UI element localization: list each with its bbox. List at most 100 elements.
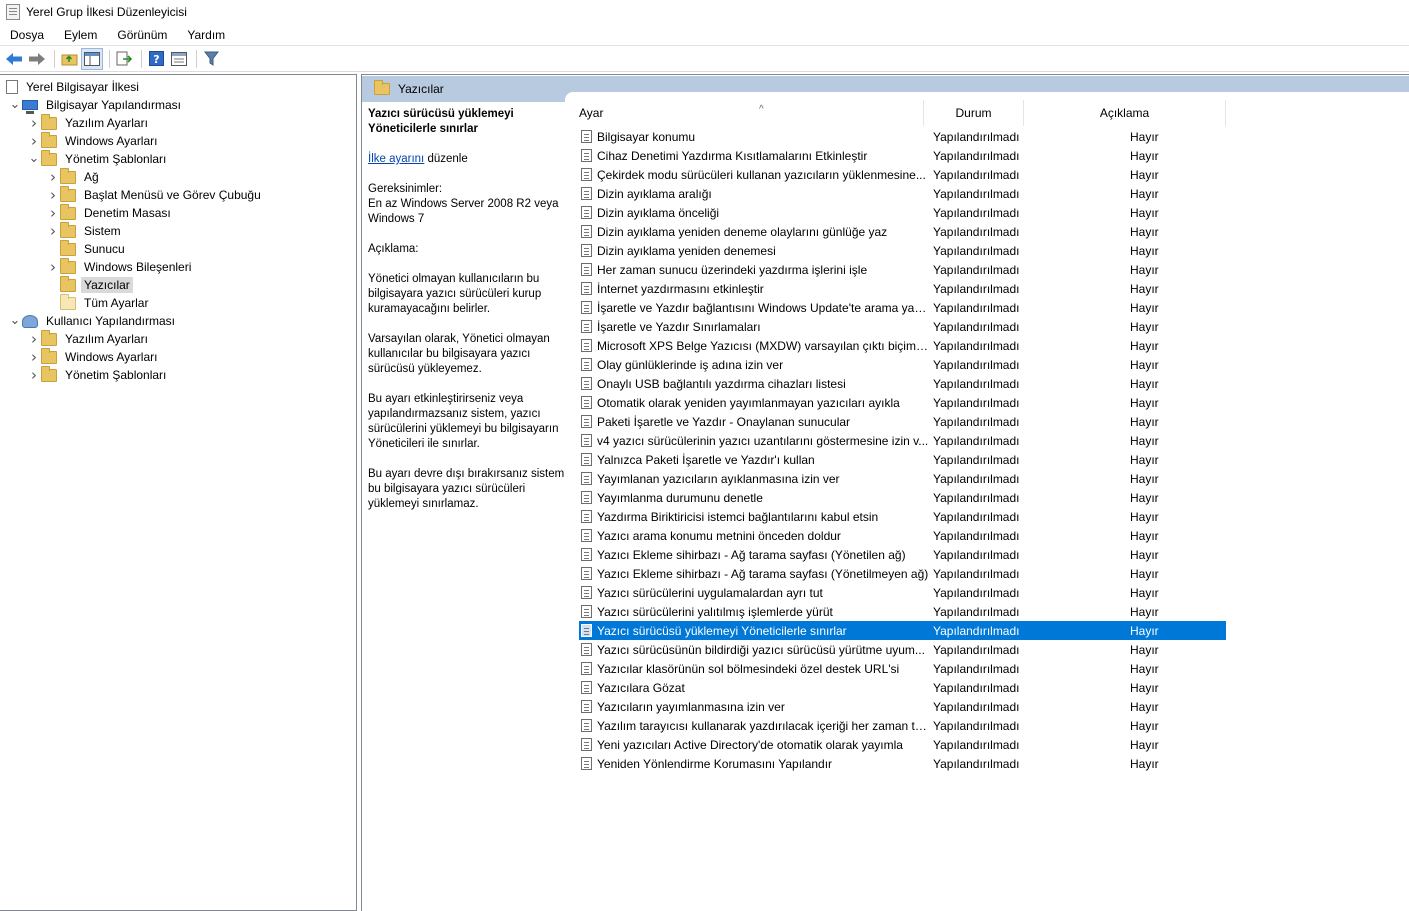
show-hide-tree-icon[interactable] <box>81 47 103 70</box>
tree-item[interactable]: Yazıcılar <box>46 275 133 294</box>
tree-item[interactable]: Sunucu <box>46 239 128 258</box>
collapsed-chevron-icon[interactable]: › <box>46 258 60 276</box>
menu-dosya[interactable]: Dosya <box>0 25 54 45</box>
tree-item[interactable]: › Yazılım Ayarları <box>27 113 151 132</box>
up-folder-icon[interactable] <box>59 49 79 69</box>
policy-setting-icon <box>581 548 592 561</box>
collapsed-chevron-icon[interactable]: › <box>27 348 41 366</box>
setting-row[interactable]: v4 yazıcı sürücülerinin yazıcı uzantılar… <box>579 431 1226 450</box>
policy-setting-icon <box>581 320 592 333</box>
tree-item[interactable]: › Yönetim Şablonları <box>27 365 169 384</box>
setting-row[interactable]: Yazıcı Ekleme sihirbazı - Ağ tarama sayf… <box>579 564 1226 583</box>
menu-eylem[interactable]: Eylem <box>54 25 107 45</box>
setting-row[interactable]: Yeni yazıcıları Active Directory'de otom… <box>579 735 1226 754</box>
tree-pane[interactable]: Yerel Bilgisayar İlkesi ⌄ Bilgisayar Yapıl… <box>0 74 357 911</box>
setting-row[interactable]: Yazıcıların yayımlanmasına izin ver Yapıl… <box>579 697 1226 716</box>
setting-row[interactable]: İnternet yazdırmasını etkinleştir Yapılan… <box>579 279 1226 298</box>
setting-row[interactable]: Yazıcı sürücüsü yüklemeyi Yöneticilerle … <box>579 621 1226 640</box>
folder-icon <box>60 167 76 184</box>
tree-item[interactable]: ⌄ Bilgisayar Yapılandırması <box>8 96 184 114</box>
setting-comment: Hayır <box>1130 281 1159 296</box>
setting-row[interactable]: Microsoft XPS Belge Yazıcısı (MXDW) vars… <box>579 336 1226 355</box>
setting-row[interactable]: Paketi İşaretle ve Yazdır - Onaylanan su… <box>579 412 1226 431</box>
collapsed-chevron-icon[interactable]: › <box>46 186 60 204</box>
setting-row[interactable]: Yeniden Yönlendirme Korumasını Yapılandı… <box>579 754 1226 773</box>
filter-icon[interactable] <box>201 49 221 69</box>
properties-icon[interactable] <box>169 49 189 69</box>
tree-item[interactable]: › Sistem <box>46 221 124 240</box>
setting-name: Microsoft XPS Belge Yazıcısı (MXDW) vars… <box>597 338 930 353</box>
setting-row[interactable]: Cihaz Denetimi Yazdırma Kısıtlamalarını … <box>579 146 1226 165</box>
setting-row[interactable]: İşaretle ve Yazdır Sınırlamaları Yapıland… <box>579 317 1226 336</box>
column-header-setting[interactable]: Ayar ^ <box>579 100 924 126</box>
column-header-comment[interactable]: Açıklama <box>1024 100 1226 126</box>
setting-row[interactable]: Yazıcı sürücülerini yalıtılmış işlemlerd… <box>579 602 1226 621</box>
computer-icon <box>22 100 38 114</box>
export-list-icon[interactable] <box>114 49 134 69</box>
setting-comment: Hayır <box>1130 566 1159 581</box>
collapsed-chevron-icon[interactable]: › <box>27 132 41 150</box>
menu-gorunum[interactable]: Görünüm <box>107 25 177 45</box>
setting-row[interactable]: Yazıcı arama konumu metnini önceden dold… <box>579 526 1226 545</box>
setting-row[interactable]: Yazıcı Ekleme sihirbazı - Ağ tarama sayf… <box>579 545 1226 564</box>
tree-item[interactable]: Tüm Ayarlar <box>46 293 151 312</box>
setting-row[interactable]: Yalnızca Paketi İşaretle ve Yazdır'ı kul… <box>579 450 1226 469</box>
setting-row[interactable]: Bilgisayar konumu Yapılandırılmadı Hayır <box>579 127 1226 146</box>
tree-item[interactable]: › Denetim Masası <box>46 203 174 222</box>
setting-comment: Hayır <box>1130 737 1159 752</box>
setting-row[interactable]: İşaretle ve Yazdır bağlantısını Windows … <box>579 298 1226 317</box>
collapsed-chevron-icon[interactable]: › <box>27 330 41 348</box>
tree-item[interactable]: ⌄ Yönetim Şablonları <box>27 149 169 168</box>
setting-row[interactable]: Olay günlüklerinde iş adına izin ver Yapı… <box>579 355 1226 374</box>
help-icon[interactable]: ? <box>146 49 166 69</box>
setting-state: Yapılandırılmadı <box>933 319 1020 334</box>
setting-row[interactable]: Yazıcı sürücülerini uygulamalardan ayrı … <box>579 583 1226 602</box>
setting-row[interactable]: Dizin ayıklama önceliği Yapılandırılmadı H… <box>579 203 1226 222</box>
setting-comment: Hayır <box>1130 129 1159 144</box>
settings-list[interactable]: Ayar ^ Durum Açıklama Bilgisayar konumu Y… <box>565 92 1409 911</box>
tree-item[interactable]: ⌄ Kullanıcı Yapılandırması <box>8 312 178 330</box>
setting-row[interactable]: Çekirdek modu sürücüleri kullanan yazıcı… <box>579 165 1226 184</box>
tree-item[interactable]: › Ağ <box>46 167 102 186</box>
back-arrow-icon[interactable] <box>4 49 24 69</box>
setting-row[interactable]: Dizin ayıklama yeniden denemesi Yapılandı… <box>579 241 1226 260</box>
setting-row[interactable]: Yazıcılara Gözat Yapılandırılmadı Hayır <box>579 678 1226 697</box>
tree-item[interactable]: Yerel Bilgisayar İlkesi <box>4 78 142 96</box>
policy-setting-icon <box>581 624 592 637</box>
setting-row[interactable]: Yayımlanma durumunu denetle Yapılandırılm… <box>579 488 1226 507</box>
setting-comment: Hayır <box>1130 623 1159 638</box>
collapsed-chevron-icon[interactable]: › <box>46 204 60 222</box>
tree-item[interactable]: › Yazılım Ayarları <box>27 329 151 348</box>
setting-row[interactable]: Yazdırma Biriktiricisi istemci bağlantıl… <box>579 507 1226 526</box>
edit-policy-link[interactable]: İlke ayarını <box>368 153 424 165</box>
setting-state: Yapılandırılmadı <box>933 661 1020 676</box>
setting-row[interactable]: Yazıcı sürücüsünün bildirdiği yazıcı sür… <box>579 640 1226 659</box>
collapsed-chevron-icon[interactable]: › <box>27 114 41 132</box>
setting-row[interactable]: Otomatik olarak yeniden yayımlanmayan ya… <box>579 393 1226 412</box>
tree-item[interactable]: › Windows Ayarları <box>27 347 160 366</box>
tree-item[interactable]: › Windows Ayarları <box>27 131 160 150</box>
tree-item[interactable]: › Başlat Menüsü ve Görev Çubuğu <box>46 185 264 204</box>
expanded-chevron-icon[interactable]: ⌄ <box>27 152 41 165</box>
menu-yardim[interactable]: Yardım <box>177 25 235 45</box>
setting-row[interactable]: Yayımlanan yazıcıların ayıklanmasına izi… <box>579 469 1226 488</box>
setting-name: Olay günlüklerinde iş adına izin ver <box>597 357 784 372</box>
description-title: Yazıcı sürücüsü yüklemeyi Yöneticilerle … <box>368 108 514 135</box>
setting-row[interactable]: Yazılım tarayıcısı kullanarak yazdırılac… <box>579 716 1226 735</box>
collapsed-chevron-icon[interactable]: › <box>46 168 60 186</box>
setting-row[interactable]: Dizin ayıklama yeniden deneme olaylarını… <box>579 222 1226 241</box>
forward-arrow-icon[interactable] <box>27 49 47 69</box>
expanded-chevron-icon[interactable]: ⌄ <box>8 314 22 327</box>
expanded-chevron-icon[interactable]: ⌄ <box>8 98 22 111</box>
setting-row[interactable]: Dizin ayıklama aralığı Yapılandırılmadı Ha… <box>579 184 1226 203</box>
collapsed-chevron-icon[interactable]: › <box>46 222 60 240</box>
collapsed-chevron-icon[interactable]: › <box>27 366 41 384</box>
setting-name: Dizin ayıklama yeniden denemesi <box>597 243 776 258</box>
setting-row[interactable]: Her zaman sunucu üzerindeki yazdırma işl… <box>579 260 1226 279</box>
policy-setting-icon <box>581 339 592 352</box>
setting-row[interactable]: Onaylı USB bağlantılı yazdırma cihazları… <box>579 374 1226 393</box>
column-header-state[interactable]: Durum <box>924 100 1024 126</box>
tree-item-label: Yazılım Ayarları <box>65 116 148 130</box>
setting-row[interactable]: Yazıcılar klasörünün sol bölmesindeki öz… <box>579 659 1226 678</box>
tree-item[interactable]: › Windows Bileşenleri <box>46 257 194 276</box>
